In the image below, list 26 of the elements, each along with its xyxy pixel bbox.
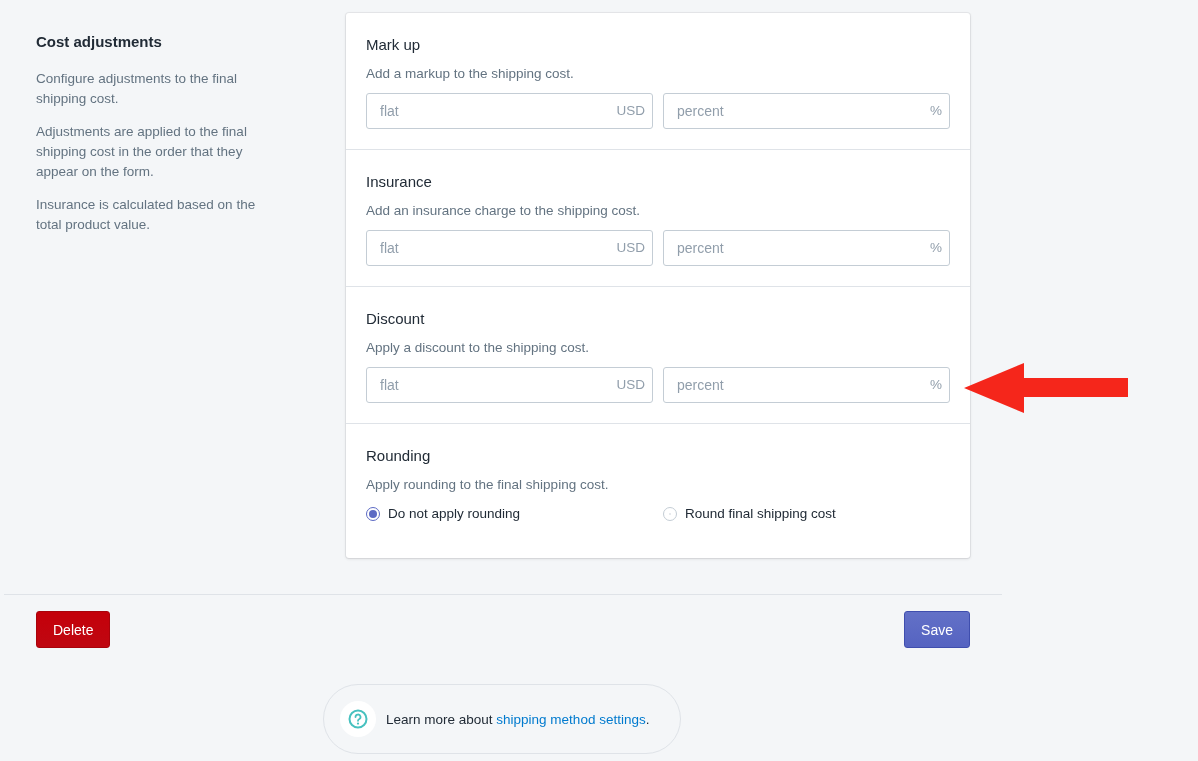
- unit-label: %: [930, 377, 942, 393]
- description-text: Adjustments are applied to the final shipping cost in the order that they appear on the form.: [36, 123, 248, 181]
- unit-label: USD: [616, 103, 645, 119]
- unit-label: %: [930, 240, 942, 256]
- section-description: Apply a discount to the shipping cost.: [366, 339, 590, 357]
- description-text: Insurance is calculated based on the total product value.: [36, 196, 257, 234]
- help-text: Learn more about shipping method settings.: [386, 711, 650, 727]
- settings-link[interactable]: shipping method settings: [496, 711, 646, 727]
- radio-option[interactable]: Round final shipping cost: [663, 506, 950, 521]
- section-description: Add a markup to the shipping cost.: [366, 65, 575, 83]
- section-title: Cost adjustments: [36, 33, 163, 50]
- delete-button[interactable]: Delete: [36, 611, 111, 648]
- section-description: Add an insurance charge to the shipping cost.: [366, 202, 641, 220]
- section-title: Discount: [366, 309, 426, 329]
- unit-label: USD: [616, 240, 645, 256]
- description-text: Configure adjustments to the final shipping cost.: [36, 70, 239, 108]
- help-icon: [340, 701, 376, 737]
- radio-icon[interactable]: [366, 506, 380, 521]
- section-description: Apply rounding to the final shipping cost.: [366, 476, 610, 494]
- radio-option[interactable]: Do not apply rounding: [366, 506, 653, 521]
- unit-label: %: [930, 103, 942, 119]
- section-title: Mark up: [366, 35, 422, 55]
- section-title: Insurance: [366, 172, 433, 192]
- section-title: Rounding: [366, 446, 432, 466]
- unit-label: USD: [616, 377, 645, 393]
- save-button[interactable]: Save: [904, 611, 970, 648]
